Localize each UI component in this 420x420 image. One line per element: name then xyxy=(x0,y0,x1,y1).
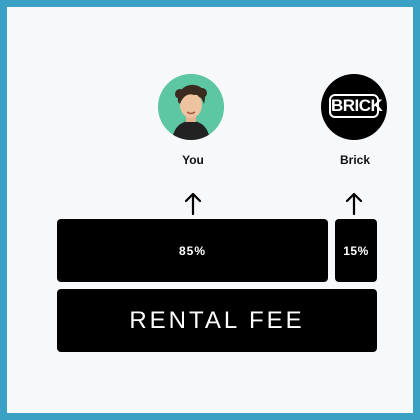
rental-fee-block: RENTAL FEE xyxy=(57,289,377,352)
you-avatar xyxy=(158,74,224,140)
you-share-value: 85% xyxy=(178,243,207,258)
rental-fee-label: RENTAL FEE xyxy=(129,306,305,334)
brick-label: Brick xyxy=(339,153,371,167)
brick-logo: BRICK xyxy=(329,94,383,118)
up-arrow-icon xyxy=(345,192,363,215)
brick-share-block: 15% xyxy=(335,219,377,282)
split-diagram-frame: BRICK You Brick 85% 15% RENTAL FEE xyxy=(0,0,420,420)
brick-logo-avatar: BRICK xyxy=(321,74,387,140)
up-arrow-icon xyxy=(184,192,202,215)
you-label: You xyxy=(182,153,204,167)
brick-share-value: 15% xyxy=(343,243,369,258)
you-share-block: 85% xyxy=(57,219,328,282)
